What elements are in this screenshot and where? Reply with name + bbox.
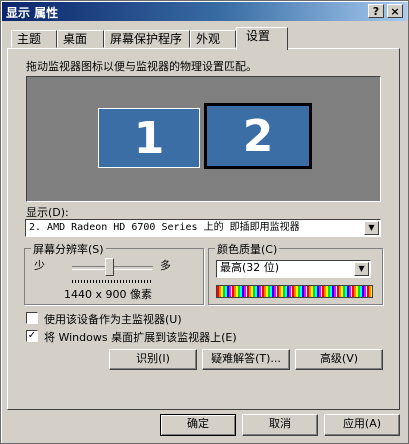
- tab-desktop[interactable]: 桌面: [57, 30, 104, 48]
- extend-desktop-checkbox[interactable]: ✓: [26, 330, 38, 342]
- resolution-label: 屏幕分辨率(S): [31, 241, 106, 257]
- resolution-more-label: 多: [160, 259, 171, 272]
- monitor-2-icon[interactable]: 2: [204, 103, 312, 169]
- cancel-button[interactable]: 取消: [242, 414, 318, 436]
- display-properties-window: 显示 属性 ? × 主题 桌面 屏幕保护程序 外观 设置 拖动监视器图标以便与监…: [0, 0, 409, 444]
- apply-button[interactable]: 应用(A): [324, 414, 400, 436]
- help-button[interactable]: ?: [368, 4, 384, 18]
- extend-desktop-label[interactable]: 将 Windows 桌面扩展到该监视器上(E): [44, 329, 237, 345]
- display-label: 显示(D):: [26, 206, 69, 219]
- instruction-text: 拖动监视器图标以便与监视器的物理设置匹配。: [26, 60, 257, 73]
- color-quality-label: 颜色质量(C): [215, 241, 280, 257]
- monitor-1-icon[interactable]: 1: [98, 108, 200, 168]
- chevron-down-icon[interactable]: ▼: [354, 262, 369, 276]
- primary-monitor-label[interactable]: 使用该设备作为主监视器(U): [44, 311, 182, 327]
- color-quality-select[interactable]: 最高(32 位) ▼: [216, 260, 371, 278]
- tab-themes[interactable]: 主题: [11, 30, 57, 48]
- resolution-slider-thumb[interactable]: [105, 258, 114, 276]
- title-bar[interactable]: 显示 属性 ? ×: [2, 2, 407, 21]
- primary-monitor-checkbox[interactable]: [26, 312, 38, 324]
- identify-button[interactable]: 识别(I): [109, 349, 197, 370]
- display-select-value: 2. AMD Radeon HD 6700 Series 上的 即插即用监视器: [29, 222, 300, 233]
- chevron-down-icon[interactable]: ▼: [364, 221, 379, 235]
- resolution-value: 1440 x 900 像素: [64, 288, 152, 301]
- advanced-button[interactable]: 高级(V): [295, 349, 383, 370]
- slider-ticks: [72, 280, 153, 283]
- color-quality-value: 最高(32 位): [220, 261, 280, 274]
- close-button[interactable]: ×: [387, 4, 403, 18]
- troubleshoot-button[interactable]: 疑难解答(T)...: [202, 349, 290, 370]
- monitor-arrangement-area[interactable]: 1 2: [26, 76, 381, 202]
- color-spectrum-bar: [216, 285, 373, 298]
- window-title: 显示 属性: [6, 6, 59, 20]
- display-select[interactable]: 2. AMD Radeon HD 6700 Series 上的 即插即用监视器 …: [25, 219, 381, 237]
- resolution-less-label: 少: [34, 259, 45, 272]
- tab-appearance[interactable]: 外观: [190, 30, 236, 48]
- ok-button[interactable]: 确定: [160, 414, 236, 436]
- tab-settings[interactable]: 设置: [236, 27, 288, 50]
- tab-screensaver[interactable]: 屏幕保护程序: [104, 30, 190, 48]
